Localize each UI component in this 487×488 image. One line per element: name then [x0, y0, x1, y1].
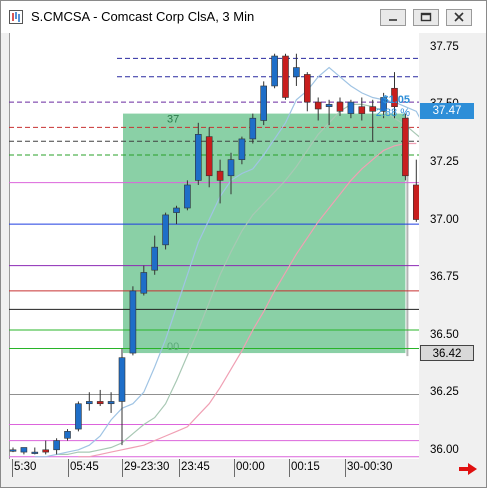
time-axis-tick — [68, 459, 69, 477]
candle-body — [107, 401, 115, 405]
candle-body — [96, 401, 104, 405]
price-axis-label: 36.75 — [430, 271, 459, 284]
app-icon — [9, 10, 23, 24]
crosshair-price-tag: 36.42 — [420, 345, 474, 362]
candle-body — [20, 447, 28, 453]
time-axis-label: 5:30 — [14, 461, 37, 473]
candle-body — [173, 207, 180, 213]
last-price-tag: 37.47 — [420, 103, 474, 120]
box-bottom-label: 00 — [167, 341, 179, 353]
time-axis-label: 30-00:30 — [347, 461, 393, 473]
candle-body — [238, 138, 246, 160]
minimize-icon — [389, 19, 397, 21]
time-axis-label: 29-23:30 — [124, 461, 170, 473]
title-bar[interactable]: S.CMCSA - Comcast Corp ClsA, 3 Min — [1, 1, 486, 33]
price-axis[interactable]: 37.7537.5037.2537.0036.7536.5036.2536.00… — [419, 33, 482, 459]
candle-body — [293, 67, 300, 78]
time-axis[interactable]: 5:30 05:45 29-23:30 23:45 00:00 00:15 30-00:30 — [9, 459, 419, 481]
candle-body — [184, 184, 191, 209]
price-axis-label: 36.50 — [430, 328, 459, 341]
candle-body — [64, 431, 71, 439]
close-button[interactable] — [446, 9, 472, 26]
candle-body — [118, 357, 126, 402]
candle-body — [205, 136, 213, 177]
candle-body — [271, 55, 278, 87]
candle-body — [75, 403, 82, 430]
price-axis-label: 37.75 — [430, 40, 459, 53]
candle-body — [151, 246, 158, 271]
minimize-button[interactable] — [380, 9, 406, 26]
candle-body — [282, 55, 289, 98]
time-axis-tick — [234, 459, 235, 477]
maximize-icon — [420, 12, 432, 22]
candle-body — [53, 440, 60, 451]
candle-body — [314, 101, 322, 110]
candle-body — [129, 290, 137, 354]
red-arrow-right-icon[interactable] — [458, 462, 478, 476]
time-axis-label: 05:45 — [70, 461, 99, 473]
candle-body — [86, 401, 93, 405]
candle-body — [140, 272, 148, 294]
price-chart[interactable]: 37 00 $1.05 2.88 % — [9, 33, 419, 459]
time-axis-label: 23:45 — [181, 461, 210, 473]
change-percent-label: 2.88 % — [376, 107, 410, 119]
candle-body — [303, 74, 311, 103]
maximize-button[interactable] — [413, 9, 439, 26]
candle-body — [347, 101, 355, 114]
close-icon — [454, 12, 464, 22]
price-axis-label: 36.25 — [430, 386, 459, 399]
window-title: S.CMCSA - Comcast Corp ClsA, 3 Min — [31, 9, 255, 24]
time-axis-tick — [289, 459, 290, 477]
time-axis-label: 00:00 — [236, 461, 265, 473]
chart-window: S.CMCSA - Comcast Corp ClsA, 3 Min 37 00 $… — [0, 0, 487, 488]
candle-body — [9, 449, 17, 452]
candle-body — [42, 449, 50, 453]
price-axis-label: 36.00 — [430, 443, 459, 456]
time-axis-tick — [179, 459, 180, 477]
time-axis-tick — [345, 459, 346, 477]
candle-body — [325, 104, 333, 107]
candle-body — [31, 451, 39, 454]
candle-body — [358, 106, 366, 114]
candle-body — [216, 170, 224, 181]
change-value-label: $1.05 — [382, 94, 410, 106]
box-top-label: 37 — [167, 114, 179, 126]
candle-body — [195, 134, 202, 181]
candle-body — [227, 159, 235, 177]
time-axis-tick — [122, 459, 123, 477]
candle-body — [402, 117, 409, 177]
chart-canvas[interactable]: 37 00 $1.052.88 % — [9, 33, 419, 459]
time-axis-label: 00:15 — [291, 461, 320, 473]
time-axis-tick — [12, 459, 13, 477]
price-axis-label: 37.25 — [430, 155, 459, 168]
candle-body — [260, 85, 267, 121]
price-axis-label: 37.00 — [430, 213, 459, 226]
candle-body — [162, 214, 169, 246]
candle-body — [336, 101, 344, 112]
candle-body — [249, 117, 257, 140]
